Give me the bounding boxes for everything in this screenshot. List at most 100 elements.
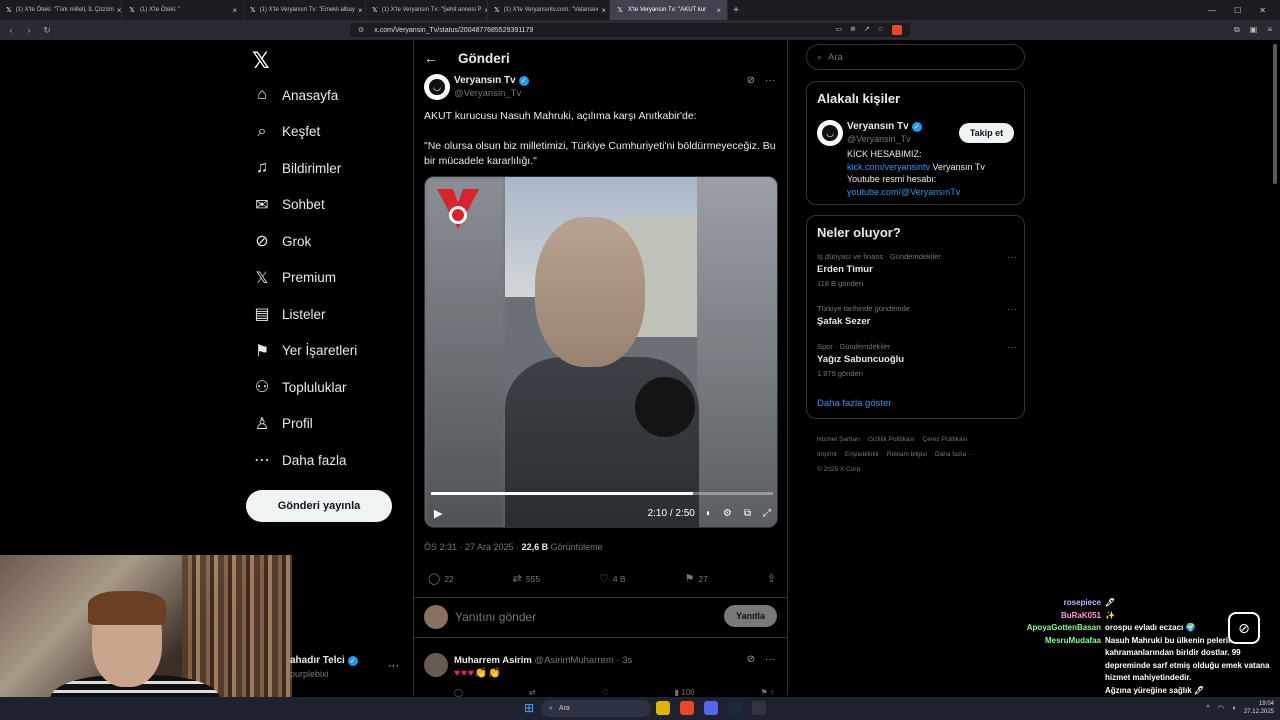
address-bar[interactable]: ⚙ x.com/Veryansin_Tv/status/200487768552… bbox=[350, 23, 910, 37]
comment-views[interactable]: ▮ 106 bbox=[675, 688, 695, 697]
trend-more-icon[interactable]: ··· bbox=[1007, 342, 1017, 353]
maximize-icon[interactable]: ☐ bbox=[1234, 6, 1241, 15]
x-logo-icon[interactable]: 𝕏 bbox=[252, 48, 270, 74]
reader-view-icon[interactable]: ▭ bbox=[835, 25, 842, 35]
footer-link[interactable]: Imprint bbox=[817, 451, 837, 458]
nav-item-4[interactable]: ⊘ Grok bbox=[250, 223, 357, 260]
grok-explain-icon[interactable]: ⊘ bbox=[747, 75, 755, 86]
reply-action[interactable]: ◯ 22 bbox=[428, 572, 454, 585]
close-tab-icon[interactable]: × bbox=[114, 6, 121, 15]
page-scrollbar[interactable] bbox=[1273, 44, 1277, 184]
repost-icon[interactable]: ⇄ bbox=[529, 688, 536, 697]
repost-action[interactable]: ⇄ 555 bbox=[513, 572, 540, 585]
comment-author-handle[interactable]: @AsirimMuharrem bbox=[534, 655, 613, 666]
post-more-icon[interactable]: ··· bbox=[765, 75, 775, 86]
reply-icon[interactable]: ◯ bbox=[454, 688, 463, 697]
nav-item-8[interactable]: ⚇ Topluluklar bbox=[250, 369, 357, 406]
like-action[interactable]: ♡ 4 B bbox=[599, 572, 626, 585]
chat-username[interactable] bbox=[1010, 685, 1105, 698]
footer-link[interactable]: Gizlilik Politikası bbox=[868, 436, 915, 443]
account-switcher[interactable]: ahadır Telci ✓ purplebixi bbox=[290, 655, 358, 679]
close-tab-icon[interactable]: × bbox=[713, 6, 721, 15]
chat-username[interactable]: BuRaK051 bbox=[1010, 610, 1105, 623]
fullscreen-icon[interactable]: ⤢ bbox=[763, 508, 771, 519]
brave-shield-icon[interactable] bbox=[892, 25, 902, 35]
back-arrow-icon[interactable]: ← bbox=[424, 50, 438, 66]
zoom-icon[interactable]: ⊕ bbox=[850, 25, 856, 35]
settings-gear-icon[interactable]: ⚙ bbox=[723, 508, 732, 519]
browser-tab[interactable]: 𝕏 (1) X'te Öteki: " × bbox=[122, 0, 244, 20]
youtube-link[interactable]: youtube.com/@VeryansınTv bbox=[847, 187, 960, 197]
speaker-icon[interactable]: ◖ bbox=[1232, 705, 1236, 712]
browser-tab[interactable]: 𝕏 (1) X'te Veryansın Tv: "Emekli albay × bbox=[244, 0, 366, 20]
trend-item[interactable]: Spor · Gündemdekiler Yağız Sabuncuoğlu 1.9… bbox=[817, 342, 1017, 378]
taskbar-search[interactable]: ⌕ Ara bbox=[541, 700, 651, 717]
show-more-link[interactable]: Daha fazla göster bbox=[817, 398, 891, 409]
close-tab-icon[interactable]: × bbox=[598, 6, 606, 15]
share-icon[interactable]: ↗ bbox=[864, 25, 870, 35]
browser-tab[interactable]: 𝕏 X'te Veryansın Tv: "AKUT kur × bbox=[610, 0, 728, 20]
close-tab-icon[interactable]: × bbox=[229, 6, 237, 15]
browser-tab[interactable]: 𝕏 (1) X'te Öteki: "Türk milleti, İL Çözüm… bbox=[0, 0, 122, 20]
system-clock[interactable]: 19:04 27.12.2025 bbox=[1244, 700, 1274, 716]
post-author-handle[interactable]: @Veryansin_Tv bbox=[454, 88, 521, 99]
volume-icon[interactable]: ◖ bbox=[705, 508, 711, 519]
picture-in-picture-icon[interactable]: ⧉ bbox=[744, 508, 751, 519]
nav-item-5[interactable]: 𝕏 Premium bbox=[250, 260, 357, 297]
bookmark-star-icon[interactable]: ☆ bbox=[878, 25, 884, 35]
nav-item-3[interactable]: ✉ Sohbet bbox=[250, 187, 357, 224]
nav-item-10[interactable]: ⋯ Daha fazla bbox=[250, 442, 357, 479]
nav-item-1[interactable]: ⌕ Keşfet bbox=[250, 114, 357, 151]
post-author-name[interactable]: Veryansın Tv bbox=[454, 75, 516, 86]
site-settings-icon[interactable]: ⚙ bbox=[358, 26, 364, 34]
footer-link[interactable]: Çerez Politikası bbox=[923, 436, 968, 443]
trend-item[interactable]: İş dünyası ve finans · Gündemdekiler Erde… bbox=[817, 252, 1017, 288]
chat-username[interactable]: MesruMudafaa bbox=[1010, 635, 1105, 685]
reply-submit-button[interactable]: Yanıtla bbox=[724, 605, 777, 627]
share-action[interactable]: ⇪ bbox=[767, 572, 776, 585]
close-window-icon[interactable]: ✕ bbox=[1259, 6, 1266, 15]
obs-icon[interactable] bbox=[752, 701, 766, 715]
trend-item[interactable]: Türkiye tarihinde gündemde Şafak Sezer ··· bbox=[817, 304, 1017, 331]
footer-link[interactable]: Hizmet Şartları bbox=[817, 436, 860, 443]
post-author-avatar[interactable]: ◡ bbox=[424, 74, 450, 100]
windows-start-icon[interactable]: ⊞ bbox=[524, 701, 534, 715]
menu-icon[interactable]: ≡ bbox=[1267, 25, 1272, 35]
kick-link[interactable]: kick.com/veryansintv bbox=[847, 162, 930, 172]
new-tab-button[interactable]: + bbox=[728, 5, 744, 16]
chat-username[interactable]: rosepiece bbox=[1010, 597, 1105, 610]
account-more-icon[interactable]: ··· bbox=[388, 660, 399, 672]
play-icon[interactable]: ▶ bbox=[434, 507, 442, 520]
nav-item-7[interactable]: ⚑ Yer İşaretleri bbox=[250, 333, 357, 370]
reload-icon[interactable]: ↻ bbox=[40, 25, 54, 36]
steam-icon[interactable] bbox=[728, 701, 742, 715]
post-timestamp[interactable]: ÖS 2:31 · 27 Ara 2025 · bbox=[424, 542, 522, 552]
extensions-icon[interactable]: ⧉ bbox=[1234, 25, 1240, 35]
follow-button[interactable]: Takip et bbox=[959, 123, 1014, 143]
comment-author-name[interactable]: Muharrem Asirim bbox=[454, 655, 532, 666]
video-player[interactable]: ▶ 2:10 / 2:50 ◖ ⚙ ⧉ ⤢ bbox=[424, 176, 778, 528]
brave-browser-icon[interactable] bbox=[680, 701, 694, 715]
bookmark-action[interactable]: ⚑ 27 bbox=[685, 572, 708, 585]
wifi-icon[interactable]: ◠ bbox=[1218, 704, 1224, 712]
browser-tab[interactable]: 𝕏 (1) X'te Veryansıntv.com: "Vatansev × bbox=[488, 0, 610, 20]
related-handle[interactable]: @Veryansin_Tv bbox=[847, 134, 911, 144]
trend-more-icon[interactable]: ··· bbox=[1007, 304, 1017, 315]
heart-icon[interactable]: ♡ bbox=[602, 688, 609, 697]
nav-item-6[interactable]: ▤ Listeler bbox=[250, 296, 357, 333]
post-button[interactable]: Gönderi yayınla bbox=[246, 490, 392, 522]
nav-item-9[interactable]: ♙ Profil bbox=[250, 406, 357, 443]
back-nav-icon[interactable]: ‹ bbox=[4, 25, 18, 35]
forward-nav-icon[interactable]: › bbox=[22, 25, 36, 35]
wallet-icon[interactable]: ▣ bbox=[1250, 25, 1258, 35]
browser-tab[interactable]: 𝕏(1) X'te Veryansın Tv: "Şehit annesi P× bbox=[366, 0, 488, 20]
comment-avatar[interactable] bbox=[424, 653, 448, 677]
footer-link[interactable]: Reklam bilgisi bbox=[887, 451, 927, 458]
footer-link[interactable]: Daha fazla ··· bbox=[935, 451, 974, 458]
reply-input[interactable]: Yanıtını gönder bbox=[455, 610, 536, 624]
file-explorer-icon[interactable] bbox=[656, 701, 670, 715]
trend-more-icon[interactable]: ··· bbox=[1007, 252, 1017, 263]
related-avatar[interactable]: ◡ bbox=[817, 120, 843, 146]
close-tab-icon[interactable]: × bbox=[355, 6, 363, 15]
search-input[interactable] bbox=[828, 51, 1009, 63]
